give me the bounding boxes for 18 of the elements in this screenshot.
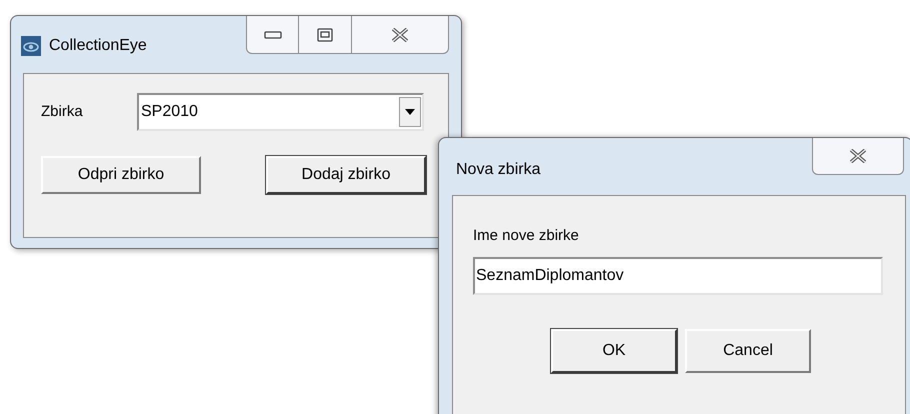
dropdown-button[interactable] (399, 97, 421, 127)
field-label: Ime nove zbirke (473, 226, 580, 246)
minimize-icon (264, 30, 282, 38)
dialog-title: Nova zbirka (455, 160, 540, 180)
eye-icon (21, 36, 41, 56)
close-button[interactable] (812, 138, 904, 175)
name-input[interactable]: SeznamDiplomantov (473, 256, 883, 294)
caret-icon (405, 109, 415, 115)
push-button[interactable]: Cancel (685, 328, 811, 372)
combo-label: Zbirka (41, 102, 84, 122)
push-button[interactable]: Dodaj zbirko (266, 156, 426, 194)
push-button[interactable]: Odpri zbirko (41, 156, 201, 194)
close-icon (849, 149, 867, 163)
push-button[interactable]: OK (551, 328, 677, 372)
collection-dropdown[interactable]: SP2010 (137, 93, 424, 131)
restore-icon (317, 28, 333, 42)
window-title: CollectionEye (49, 36, 147, 56)
close-icon (391, 28, 409, 42)
